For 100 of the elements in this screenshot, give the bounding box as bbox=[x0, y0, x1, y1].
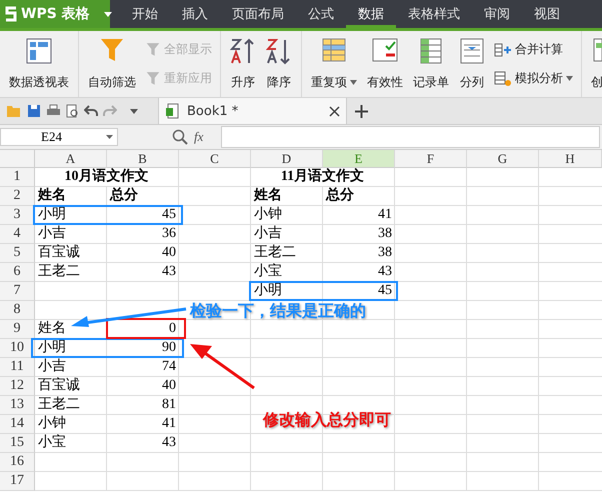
what-if-icon bbox=[494, 70, 512, 86]
ribbon-button[interactable]: 重复项 bbox=[308, 35, 360, 93]
ribbon-button[interactable]: 记录单 bbox=[410, 35, 452, 93]
table-cell[interactable]: 王老二 bbox=[35, 396, 107, 415]
function-label[interactable]: fx bbox=[194, 129, 204, 145]
table-cell[interactable]: 小吉 bbox=[251, 225, 323, 244]
column-header[interactable]: C bbox=[179, 150, 251, 168]
row-header[interactable]: 11 bbox=[0, 358, 35, 377]
name-box[interactable]: E24 bbox=[0, 128, 118, 146]
table-cell[interactable]: 45 bbox=[107, 206, 179, 225]
table-cell[interactable]: 小宝 bbox=[251, 263, 323, 282]
table-cell[interactable]: 小吉 bbox=[35, 358, 107, 377]
table-cell[interactable]: 43 bbox=[323, 263, 395, 282]
table-cell[interactable]: 王老二 bbox=[251, 244, 323, 263]
table-cell[interactable]: 百宝诚 bbox=[35, 244, 107, 263]
table-cell[interactable]: 姓名 bbox=[251, 187, 323, 206]
menu-tab[interactable]: 视图 bbox=[522, 0, 572, 28]
row-header[interactable]: 15 bbox=[0, 434, 35, 453]
table-cell[interactable]: 36 bbox=[107, 225, 179, 244]
table-icon bbox=[321, 37, 347, 63]
record-form-icon bbox=[419, 37, 443, 65]
table-cell[interactable]: 小钟 bbox=[35, 415, 107, 434]
row-header[interactable]: 9 bbox=[0, 320, 35, 339]
menu-tab[interactable]: 页面布局 bbox=[220, 0, 296, 28]
table-cell[interactable]: 小明 bbox=[35, 206, 107, 225]
row-header[interactable]: 14 bbox=[0, 415, 35, 434]
table-cell[interactable]: 38 bbox=[323, 244, 395, 263]
table-cell[interactable]: 总分 bbox=[107, 187, 179, 206]
row-header[interactable]: 16 bbox=[0, 453, 35, 472]
ribbon-button[interactable]: 模拟分析 bbox=[492, 69, 575, 88]
menu-tab[interactable]: 数据 bbox=[346, 0, 396, 28]
table-cell[interactable]: 45 bbox=[323, 282, 395, 301]
print-preview-icon[interactable] bbox=[66, 104, 79, 118]
table-cell[interactable]: 38 bbox=[323, 225, 395, 244]
table-cell[interactable]: 小钟 bbox=[251, 206, 323, 225]
table-cell[interactable]: 81 bbox=[107, 396, 179, 415]
table-cell[interactable]: 小宝 bbox=[35, 434, 107, 453]
close-icon[interactable] bbox=[329, 106, 340, 116]
document-title: Book1 * bbox=[187, 104, 240, 118]
ribbon-button[interactable]: 创 bbox=[588, 35, 602, 93]
row-header[interactable]: 3 bbox=[0, 206, 35, 225]
table-cell[interactable]: 40 bbox=[107, 244, 179, 263]
table-cell[interactable]: 王老二 bbox=[35, 263, 107, 282]
row-header[interactable]: 7 bbox=[0, 282, 35, 301]
annotation-text: 检验一下，结果是正确的 bbox=[190, 301, 366, 320]
ribbon-button[interactable]: 升序 bbox=[227, 35, 259, 93]
ribbon-button[interactable]: 降序 bbox=[263, 35, 295, 93]
row-header[interactable]: 4 bbox=[0, 225, 35, 244]
table-cell[interactable]: 姓名 bbox=[35, 187, 107, 206]
row-header[interactable]: 13 bbox=[0, 396, 35, 415]
ribbon-button[interactable]: 数据透视表 bbox=[6, 35, 72, 93]
table-cell[interactable]: 90 bbox=[107, 339, 179, 358]
ribbon-button[interactable]: 有效性 bbox=[364, 35, 406, 93]
row-header[interactable]: 8 bbox=[0, 301, 35, 320]
ribbon-button[interactable]: 合并计算 bbox=[492, 40, 575, 59]
new-tab-icon[interactable] bbox=[355, 104, 368, 118]
menu-tab[interactable]: 审阅 bbox=[472, 0, 522, 28]
print-icon[interactable] bbox=[46, 104, 61, 118]
row-header[interactable]: 17 bbox=[0, 472, 35, 491]
row-header[interactable]: 6 bbox=[0, 263, 35, 282]
table-cell[interactable]: 0 bbox=[107, 320, 179, 339]
table-cell[interactable]: 41 bbox=[323, 206, 395, 225]
caret-icon[interactable] bbox=[130, 108, 138, 114]
table-cell[interactable]: 姓名 bbox=[35, 320, 107, 339]
undo-icon[interactable] bbox=[84, 105, 98, 117]
column-header[interactable]: H bbox=[539, 150, 602, 168]
search-icon[interactable] bbox=[172, 129, 188, 145]
table-cell[interactable]: 43 bbox=[107, 434, 179, 453]
create-icon bbox=[592, 37, 602, 63]
row-header[interactable]: 12 bbox=[0, 377, 35, 396]
table-cell[interactable]: 小吉 bbox=[35, 225, 107, 244]
formula-input[interactable] bbox=[221, 126, 600, 148]
menu-tab[interactable]: 开始 bbox=[120, 0, 170, 28]
sort-descending-icon bbox=[266, 37, 292, 65]
row-header[interactable]: 2 bbox=[0, 187, 35, 206]
table-cell[interactable]: 小明 bbox=[251, 282, 323, 301]
save-icon[interactable] bbox=[27, 104, 41, 118]
caret-icon bbox=[350, 80, 357, 85]
document-tab[interactable]: Book1 * bbox=[159, 98, 347, 124]
table-cell[interactable]: 百宝诚 bbox=[35, 377, 107, 396]
row-header[interactable]: 10 bbox=[0, 339, 35, 358]
table-cell[interactable]: 74 bbox=[107, 358, 179, 377]
table-cell[interactable]: 43 bbox=[107, 263, 179, 282]
ribbon-button[interactable]: 自动筛选 bbox=[85, 35, 139, 93]
table-cell[interactable]: 40 bbox=[107, 377, 179, 396]
table-cell[interactable]: 小明 bbox=[35, 339, 107, 358]
menu-tab[interactable]: 公式 bbox=[296, 0, 346, 28]
menu-tab[interactable]: 表格样式 bbox=[396, 0, 472, 28]
filter-icon bbox=[145, 70, 161, 86]
validation-icon bbox=[371, 37, 399, 63]
table-cell[interactable]: 41 bbox=[107, 415, 179, 434]
menu-tab[interactable]: 插入 bbox=[170, 0, 220, 28]
app-menu-button[interactable]: WPS 表格 bbox=[0, 0, 110, 28]
logo-icon bbox=[5, 6, 17, 22]
ribbon-button[interactable]: 分列 bbox=[456, 35, 488, 93]
table-cell[interactable]: 总分 bbox=[323, 187, 395, 206]
column-header[interactable]: F bbox=[395, 150, 467, 168]
column-header[interactable]: G bbox=[467, 150, 539, 168]
row-header[interactable]: 5 bbox=[0, 244, 35, 263]
row-header[interactable]: 1 bbox=[0, 168, 35, 187]
